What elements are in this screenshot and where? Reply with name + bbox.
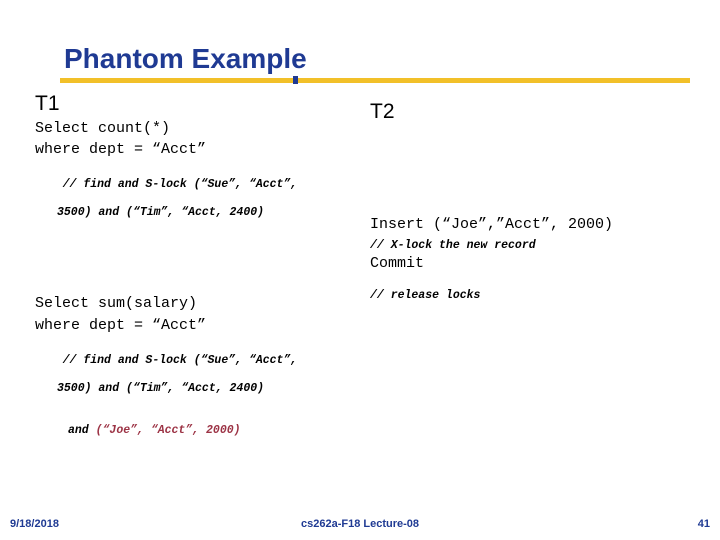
t1-select-sum-line1: Select sum(salary): [35, 295, 198, 312]
page-title: Phantom Example: [64, 43, 307, 74]
t1-phantom-prefix: and: [68, 423, 96, 437]
t2-release-locks-comment: // release locks: [370, 289, 481, 302]
t1-lock-comment-second-line1: // find and S-lock (“Sue”, “Acct”,: [62, 353, 298, 367]
transaction-t2-column: T2: [370, 100, 700, 126]
t1-second-query-block: Select sum(salary) where dept = “Acct” /…: [35, 293, 375, 466]
slide-footer: 9/18/2018 cs262a-F18 Lecture-08 41: [0, 518, 720, 534]
title-rule-tick-marker: [293, 76, 298, 84]
t2-insert-block: Insert (“Joe”,”Acct”, 2000) // X-lock th…: [370, 214, 700, 275]
t1-lock-comment-second: // find and S-lock (“Sue”, “Acct”, 3500)…: [35, 340, 375, 466]
t1-phantom-record-highlight: (“Joe”, “Acct”, 2000): [95, 423, 241, 437]
footer-course-title: cs262a-F18 Lecture-08: [300, 518, 419, 530]
transaction-t1-label: T1: [35, 92, 60, 115]
t1-select-sum-line2: where dept = “Acct”: [35, 316, 207, 334]
t2-xlock-comment: // X-lock the new record: [370, 238, 536, 252]
title-underline-rule: [60, 78, 690, 83]
transaction-t1-column: T1 Select count(*) where dept = “Acct” /…: [35, 92, 365, 248]
t1-select-count-line1: Select count(*): [35, 119, 171, 137]
t1-lock-comment-second-line2: 3500) and (“Tim”, “Acct, 2400): [57, 381, 265, 395]
transaction-t2-label: T2: [370, 100, 395, 123]
t2-commit-statement: Commit: [370, 254, 425, 272]
t2-insert-statement: Insert (“Joe”,”Acct”, 2000): [370, 216, 614, 233]
t1-lock-comment-first: // find and S-lock (“Sue”, “Acct”, 3500)…: [35, 164, 365, 248]
footer-page-number: 41: [697, 518, 710, 530]
t1-select-count-line2: where dept = “Acct”: [35, 141, 207, 159]
t2-release-block: // release locks: [370, 286, 700, 303]
t1-lock-comment-first-line2: 3500) and (“Tim”, “Acct, 2400): [57, 206, 265, 220]
t1-lock-comment-second-line3: and (“Joe”, “Acct”, 2000): [35, 424, 375, 438]
t1-lock-comment-first-line1: // find and S-lock (“Sue”, “Acct”,: [62, 178, 298, 192]
